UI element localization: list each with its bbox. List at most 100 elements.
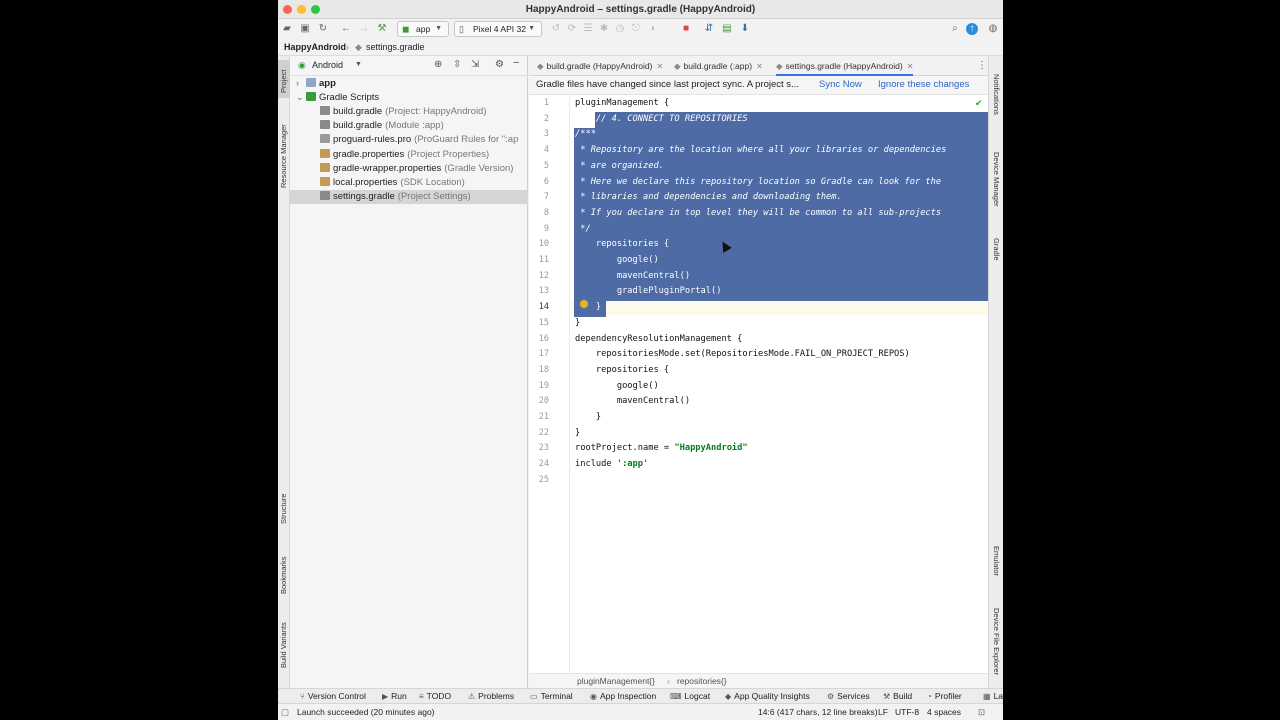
run-config-select[interactable]: ◼ app ▼	[397, 21, 449, 37]
code-line[interactable]: gradlePluginPortal()	[575, 286, 722, 296]
breadcrumb-project[interactable]: HappyAndroid	[284, 40, 346, 55]
bottom-tool-app-inspection[interactable]: ◉ App Inspection	[590, 689, 656, 704]
tree-item[interactable]: proguard-rules.pro (ProGuard Rules for ":…	[290, 133, 528, 147]
bottom-tool-services[interactable]: ⚙ Services	[827, 689, 870, 704]
more-tabs-icon[interactable]: ⋮	[977, 60, 987, 71]
device-manager-tool-tab[interactable]: Device Manager	[989, 140, 1003, 210]
code-line[interactable]: mavenCentral()	[575, 396, 690, 406]
code-line[interactable]: * Here we declare this repository locati…	[575, 177, 941, 187]
bottom-tool-la[interactable]: ▦ La	[983, 689, 1003, 704]
attach-debugger-icon[interactable]: ⎋	[629, 22, 643, 36]
close-icon[interactable]: ✕	[656, 62, 663, 71]
code-line[interactable]: google()	[575, 381, 659, 391]
code-line[interactable]: }	[575, 318, 580, 328]
bottom-tool-build[interactable]: ⚒ Build	[883, 689, 912, 704]
coverage-icon[interactable]: ◑	[645, 22, 659, 36]
tree-item[interactable]: ⌄ Gradle Scripts	[290, 90, 528, 104]
tree-item[interactable]: local.properties (SDK Location)	[290, 176, 528, 190]
tree-item[interactable]: settings.gradle (Project Settings)	[290, 190, 528, 205]
intention-bulb-icon[interactable]	[580, 300, 588, 308]
code-line[interactable]: }	[575, 428, 580, 438]
bottom-tool-profiler[interactable]: ◔ Profiler	[927, 689, 962, 704]
bottom-tool-terminal[interactable]: ▭ Terminal	[530, 689, 573, 704]
stop-icon[interactable]: ■	[679, 22, 693, 36]
code-line[interactable]: repositories {	[575, 365, 669, 375]
tab-build-gradle-app[interactable]: ◆ build.gradle (:app) ✕	[674, 56, 763, 76]
code-line[interactable]: google()	[575, 255, 659, 265]
file-encoding[interactable]: UTF-8	[895, 704, 919, 720]
sync-gradle-icon[interactable]: ⇵	[702, 22, 716, 36]
search-everywhere-icon[interactable]: ⌕	[948, 22, 962, 36]
apply-code-changes-icon[interactable]: ☰	[581, 22, 595, 36]
device-manager-icon[interactable]: ▤	[720, 22, 734, 36]
caret-position[interactable]: 14:6 (417 chars, 12 line breaks)	[758, 704, 878, 720]
project-view-select[interactable]: Android	[312, 60, 343, 70]
gradle-tool-tab[interactable]: Gradle	[989, 226, 1003, 266]
code-line[interactable]: * libraries and dependencies and downloa…	[575, 192, 842, 202]
tree-item[interactable]: › app	[290, 76, 528, 90]
update-icon[interactable]: ↑	[966, 23, 978, 35]
tab-build-gradle-project[interactable]: ◆ build.gradle (HappyAndroid) ✕	[537, 56, 663, 76]
account-icon[interactable]: ◍	[986, 22, 1000, 36]
expand-all-icon[interactable]: ⇳	[453, 59, 461, 70]
locate-file-icon[interactable]: ⊕	[434, 59, 442, 70]
open-folder-icon[interactable]: ▰	[280, 22, 294, 36]
code-line[interactable]: /***	[575, 129, 596, 139]
notifications-tool-tab[interactable]: Notifications	[989, 62, 1003, 122]
bottom-tool-problems[interactable]: ⚠ Problems	[468, 689, 514, 704]
tree-item[interactable]: build.gradle (Project: HappyAndroid)	[290, 105, 528, 119]
line-separator[interactable]: LF	[878, 704, 888, 720]
bottom-tool-version-control[interactable]: ⑂ Version Control	[300, 689, 366, 704]
lock-icon[interactable]: ⊡	[978, 704, 985, 720]
code-line[interactable]: include ':app'	[575, 459, 648, 469]
collapse-all-icon[interactable]: ⇲	[471, 59, 479, 70]
code-line[interactable]: repositories {	[575, 239, 669, 249]
chevron-down-icon[interactable]: ⌄	[296, 90, 306, 104]
code-line[interactable]: rootProject.name = "HappyAndroid"	[575, 443, 748, 453]
code-line[interactable]: * If you declare in top level they will …	[575, 208, 941, 218]
bottom-tool-logcat[interactable]: ⌨ Logcat	[670, 689, 710, 704]
rerun-icon[interactable]: ↺	[549, 22, 563, 36]
tree-item[interactable]: gradle.properties (Project Properties)	[290, 148, 528, 162]
code-line[interactable]: // 4. CONNECT TO REPOSITORIES	[575, 114, 748, 124]
code-line[interactable]: repositoriesMode.set(RepositoriesMode.FA…	[575, 349, 910, 359]
emulator-tool-tab[interactable]: Emulator	[989, 534, 1003, 584]
sync-now-link[interactable]: Sync Now	[819, 76, 862, 94]
bottom-tool-todo[interactable]: ≡ TODO	[419, 689, 451, 704]
chevron-down-icon[interactable]: ▼	[355, 61, 362, 68]
debug-icon[interactable]: ✱	[597, 22, 611, 36]
code-line[interactable]: * Repository are the location where all …	[575, 145, 946, 155]
sync-icon[interactable]: ↻	[316, 22, 330, 36]
bottom-tool-run[interactable]: ▶ Run	[382, 689, 407, 704]
project-tool-tab[interactable]: Project	[278, 60, 290, 98]
device-select[interactable]: ▯ Pixel 4 API 32 ▼	[454, 21, 542, 37]
bottom-tool-app-quality-insights[interactable]: ◆ App Quality Insights	[725, 689, 810, 704]
hide-panel-icon[interactable]: −	[513, 57, 519, 69]
code-editor[interactable]: 1 2 3 4 5 6 7 8 9 10 11 12 13 14 15 16 17 18 19 20 21 22 23 24 2…	[529, 95, 988, 673]
tab-settings-gradle[interactable]: ◆ settings.gradle (HappyAndroid) ✕	[776, 56, 914, 76]
build-variants-tool-tab[interactable]: Build Variants	[278, 616, 290, 676]
resource-manager-tool-tab[interactable]: Resource Manager	[278, 116, 290, 196]
bookmarks-tool-tab[interactable]: Bookmarks	[278, 546, 290, 601]
back-arrow-icon[interactable]: ←	[339, 22, 353, 36]
forward-arrow-icon[interactable]: →	[357, 22, 371, 36]
profile-icon[interactable]: ◷	[613, 22, 627, 36]
apply-changes-icon[interactable]: ⟳	[565, 22, 579, 36]
code-line[interactable]: */	[575, 224, 590, 234]
code-line[interactable]: }	[575, 302, 601, 312]
breadcrumb-file[interactable]: settings.gradle	[366, 40, 425, 55]
code-line[interactable]: * are organized.	[575, 161, 664, 171]
tree-item[interactable]: build.gradle (Module :app)	[290, 119, 528, 133]
indent-setting[interactable]: 4 spaces	[927, 704, 961, 720]
crumb-repositories[interactable]: repositories{}	[677, 674, 727, 688]
code-line[interactable]: dependencyResolutionManagement {	[575, 334, 742, 344]
status-panel-toggle-icon[interactable]: ▢	[281, 704, 289, 720]
code-line[interactable]: pluginManagement {	[575, 98, 669, 108]
save-icon[interactable]: ▣	[298, 22, 312, 36]
sdk-manager-icon[interactable]: ⬇	[738, 22, 752, 36]
build-hammer-icon[interactable]: ⚒	[375, 22, 389, 36]
device-file-explorer-tool-tab[interactable]: Device File Explorer	[989, 596, 1003, 686]
close-icon[interactable]: ✕	[756, 62, 763, 71]
close-icon[interactable]: ✕	[907, 62, 914, 71]
chevron-right-icon[interactable]: ›	[296, 76, 306, 90]
